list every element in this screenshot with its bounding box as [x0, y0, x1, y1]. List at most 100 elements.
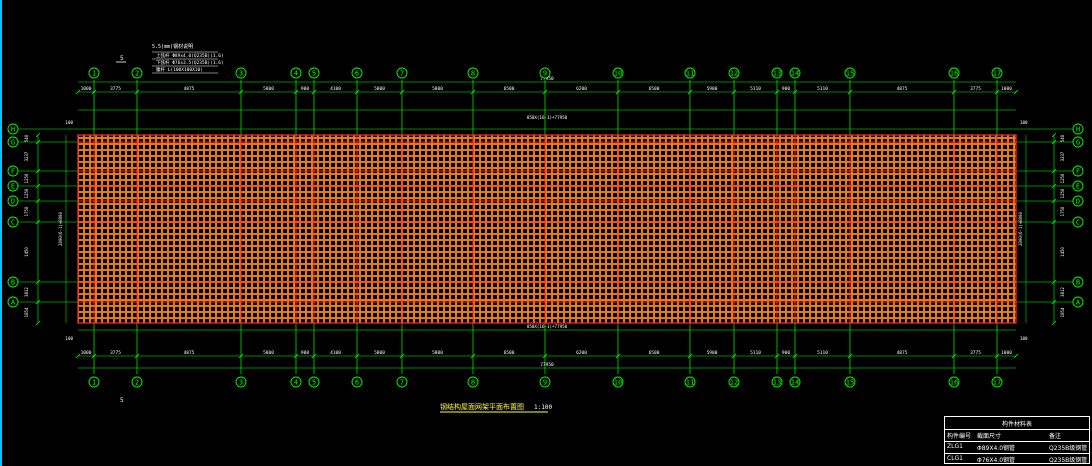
side-dimension-value: 540 — [1060, 134, 1065, 142]
dimension-value: 4875 — [897, 86, 908, 92]
axis-label-x: 11 — [686, 70, 694, 78]
side-dimension-value: 3812 — [24, 287, 29, 297]
notes-line-2: 下弦杆 Φ76x3.5(Q235B)(1.6) — [156, 59, 224, 66]
dimension-value: 4100 — [330, 350, 341, 356]
dimension-span-label: 850X(16-1)+77950 — [527, 115, 568, 120]
axis-label-y: F — [1076, 168, 1080, 176]
axis-label-x: 11 — [686, 379, 694, 387]
dimension-value: 1000 — [81, 350, 92, 356]
dimension-value: 900 — [782, 86, 790, 92]
side-dimension-value: 1750 — [1060, 206, 1065, 216]
side-dimension-value: 1250 — [1060, 173, 1065, 183]
axis-label-x: 10 — [614, 379, 622, 387]
axis-label-x: 12 — [730, 379, 738, 387]
axis-label-x: 15 — [846, 379, 854, 387]
side-dimension-value: 1250 — [24, 188, 29, 198]
legend-header-section: 截面尺寸 — [977, 433, 1002, 440]
axis-label-x: 8 — [471, 70, 475, 78]
dimension-total: 77950 — [540, 362, 554, 368]
notes-line-3: 腹杆 L(100X100X10) — [156, 66, 203, 73]
dimension-value: 6500 — [504, 350, 515, 356]
side-dimension-value: 1250 — [24, 173, 29, 183]
axis-label-y: C — [1076, 219, 1080, 227]
section-mark-top: 5 — [120, 55, 124, 62]
legend-title: 构件材料表 — [1001, 421, 1032, 428]
legend-row2-section: Φ76X4.0钢管 — [977, 457, 1016, 464]
dimension-value: 6200 — [576, 86, 587, 92]
axis-label-y: B — [1076, 279, 1080, 287]
dimension-value: 5800 — [374, 350, 385, 356]
axis-label-x: 14 — [791, 70, 799, 78]
axis-label-x: 5 — [312, 70, 316, 78]
axis-label-x: 4 — [294, 379, 298, 387]
dimension-value: 5800 — [263, 350, 274, 356]
side-dimension-value: 1750 — [24, 206, 29, 216]
dimension-value: 6500 — [504, 86, 515, 92]
axis-label-x: 14 — [791, 379, 799, 387]
axis-label-y: E — [1076, 183, 1080, 191]
side-total-label: 2000(6-1)+8000 — [1018, 212, 1023, 246]
small-dim-left: 100 — [65, 336, 73, 341]
axis-label-x: 2 — [135, 379, 139, 387]
dimension-value: 5110 — [750, 350, 761, 356]
dimension-value: 5800 — [263, 86, 274, 92]
axis-label-x: 3 — [239, 379, 243, 387]
dimension-value: 5110 — [750, 86, 761, 92]
dimension-value: 1000 — [81, 86, 92, 92]
dimension-value: 5110 — [817, 350, 828, 356]
cad-drawing-canvas[interactable]: 1000 3775 4875 5800 900 4100 5800 5800 6500 6200 6… — [0, 0, 1092, 466]
small-dim-left: 100 — [65, 120, 73, 125]
dimension-value: 3775 — [970, 350, 981, 356]
small-dim-right: 100 — [1020, 120, 1028, 125]
axis-label-x: 4 — [294, 70, 298, 78]
axis-label-x: 6 — [355, 379, 359, 387]
axis-label-x: 15 — [846, 70, 854, 78]
axis-label-x: 9 — [543, 379, 547, 387]
dimension-value: 900 — [782, 350, 790, 356]
legend-row1-note: Q235B级钢管 — [1049, 445, 1088, 452]
side-dimension-value: 3237 — [1060, 151, 1065, 161]
drawing-scale: 1:100 — [534, 404, 552, 411]
dimension-value: 5800 — [432, 350, 443, 356]
axis-label-x: 7 — [400, 70, 404, 78]
dimension-value: 3775 — [970, 86, 981, 92]
legend-row: CLG1 Φ76X4.0钢管 Q235B级钢管 — [945, 453, 1089, 464]
side-dimension-value: 1250 — [1060, 188, 1065, 198]
dimension-value: 3775 — [110, 86, 121, 92]
dimension-value: 5800 — [432, 86, 443, 92]
axis-label-y: C — [11, 219, 15, 227]
axis-label-x: 1 — [92, 379, 96, 387]
side-dimension-value: 1854 — [24, 307, 29, 317]
roof-grid-hatch — [78, 135, 1016, 323]
axis-label-x: 17 — [993, 379, 1001, 387]
dimension-span-label: 850X(16-1)+77950 — [527, 324, 568, 329]
legend-row2-note: Q235B级钢管 — [1049, 457, 1088, 464]
legend-row1-section: Φ89X4.0钢管 — [977, 445, 1016, 452]
side-dimension-value: 1854 — [1060, 307, 1065, 317]
axis-label-x: 2 — [135, 70, 139, 78]
axis-label-x: 13 — [773, 70, 781, 78]
axis-label-x: 1 — [92, 70, 96, 78]
side-total-label: 2000(6-1)+8000 — [58, 212, 63, 246]
axis-label-x: 8 — [471, 379, 475, 387]
axis-label-y: G — [11, 139, 15, 147]
axis-label-y: D — [1076, 198, 1080, 206]
dimension-value: 1000 — [1001, 86, 1012, 92]
side-dimension-value: 540 — [24, 134, 29, 142]
dimension-value: 4875 — [184, 350, 195, 356]
notes-line-1: 上弦杆 Φ89x4.0(Q235B)(1.6) — [156, 52, 224, 59]
dimension-value: 3775 — [110, 350, 121, 356]
dimension-value: 5900 — [707, 350, 718, 356]
material-legend-table: 构件材料表 构件编号 截面尺寸 备注 ZLG1 Φ89X4.0钢管 Q235B级… — [944, 416, 1090, 464]
axis-label-y: G — [1076, 139, 1080, 147]
dimension-value: 4100 — [330, 86, 341, 92]
dimension-value: 5900 — [707, 86, 718, 92]
legend-row2-id: CLG1 — [947, 455, 963, 462]
axis-label-x: 17 — [993, 70, 1001, 78]
dimension-value: 5800 — [374, 86, 385, 92]
axis-label-x: 16 — [950, 379, 958, 387]
axis-label-x: 12 — [730, 70, 738, 78]
legend-header-row: 构件编号 截面尺寸 备注 — [945, 429, 1089, 440]
dimension-value: 6200 — [576, 350, 587, 356]
axis-label-x: 5 — [312, 379, 316, 387]
